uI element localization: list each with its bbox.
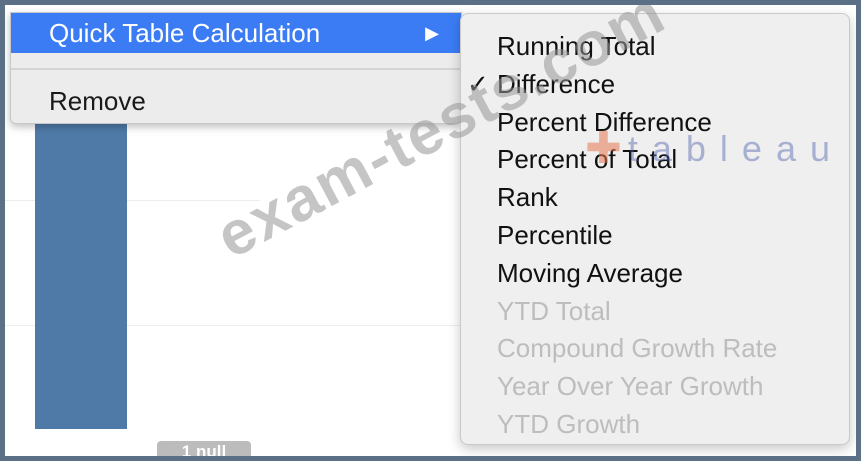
submenu-item-compound-growth-rate: Compound Growth Rate (497, 333, 778, 363)
submenu-item-ytd-growth: YTD Growth (497, 409, 641, 439)
chart-bar[interactable] (35, 105, 127, 429)
submenu-arrow-icon: ▶ (425, 23, 439, 43)
submenu-item-year-over-year-growth: Year Over Year Growth (497, 371, 764, 401)
menu-item-label: Quick Table Calculation (49, 18, 321, 48)
context-menu: Quick Table Calculation ▶ Remove (10, 12, 462, 124)
submenu-item-ytd-total: YTD Total (497, 296, 611, 326)
submenu-item-percentile[interactable]: Percentile (461, 217, 849, 254)
window-frame: 1 null Quick Table Calculation ▶ Remove … (5, 5, 856, 456)
tableau-watermark: ✚ tableau (585, 124, 844, 173)
submenu-item-rank[interactable]: Rank (461, 179, 849, 216)
null-indicator[interactable]: 1 null (157, 441, 251, 456)
menu-separator (11, 68, 461, 70)
submenu-item-moving-average[interactable]: Moving Average (461, 255, 849, 292)
tableau-logo-icon: ✚ (585, 124, 622, 173)
quick-table-calculation-menu-item[interactable]: Quick Table Calculation ▶ (11, 13, 461, 53)
